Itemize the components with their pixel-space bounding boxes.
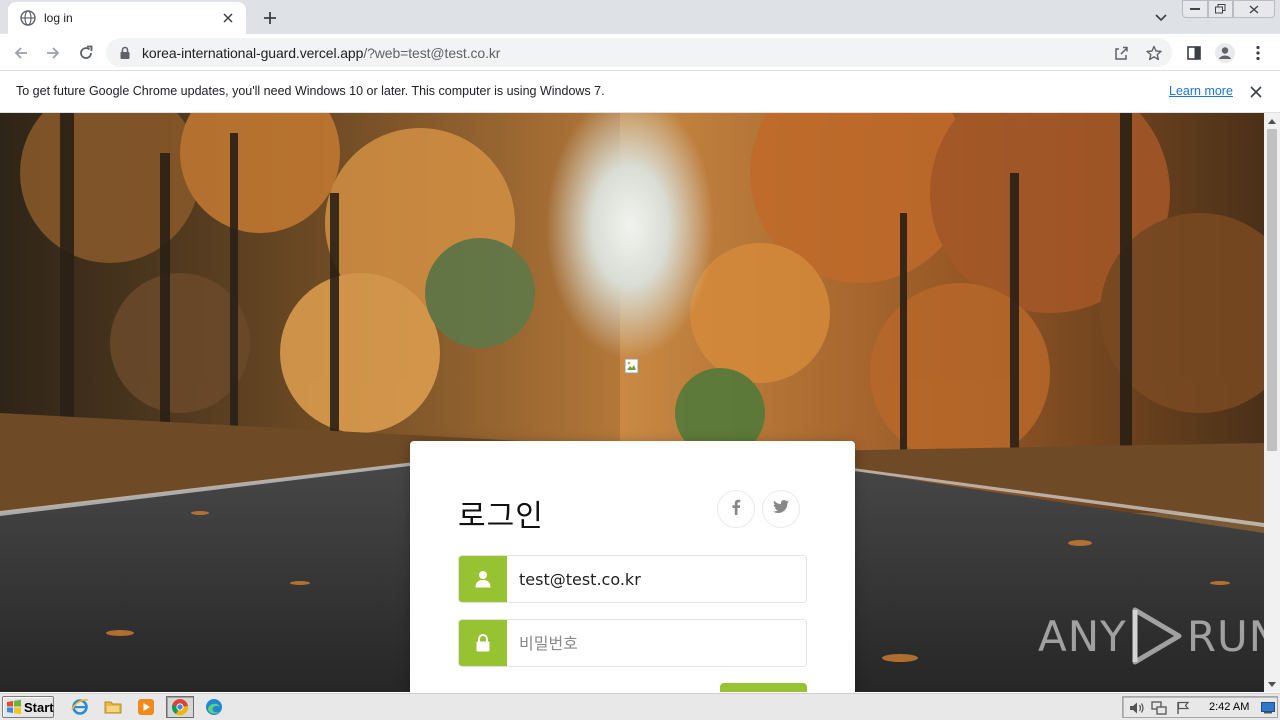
action-center-flag-icon[interactable] (1175, 700, 1191, 716)
browser-toolbar: korea-international-guard.vercel.app/?we… (0, 34, 1280, 71)
facebook-icon (731, 499, 741, 520)
infobar-message: To get future Google Chrome updates, you… (16, 84, 605, 98)
address-bar[interactable]: korea-international-guard.vercel.app/?we… (106, 38, 1172, 67)
reload-icon[interactable] (73, 40, 99, 66)
edge-icon[interactable] (200, 696, 228, 718)
plus-icon[interactable] (258, 6, 282, 30)
email-input[interactable] (507, 556, 806, 602)
scroll-thumb[interactable] (1267, 129, 1277, 451)
twitter-button[interactable] (762, 490, 800, 528)
notification-icon[interactable] (1260, 700, 1276, 716)
folder-icon[interactable] (99, 696, 127, 718)
url-query: /?web=test@test.co.kr (363, 44, 501, 61)
minimize-button[interactable] (1182, 0, 1208, 18)
learn-more-link[interactable]: Learn more (1169, 84, 1233, 98)
login-heading: 로그인 (458, 499, 544, 534)
system-tray: 2:42 AM (1122, 696, 1278, 718)
kebab-menu-icon[interactable] (1245, 40, 1271, 66)
url-text: korea-international-guard.vercel.app/?we… (142, 45, 500, 61)
start-label: Start (24, 699, 54, 715)
close-icon[interactable] (1247, 83, 1265, 101)
page-scrollbar[interactable] (1264, 113, 1280, 692)
user-icon (459, 556, 507, 602)
network-icon[interactable] (1151, 700, 1167, 716)
scroll-down-icon[interactable] (1264, 676, 1280, 692)
twitter-icon (773, 500, 789, 518)
anyrun-watermark: ANY RUN (1038, 606, 1264, 666)
tab-title: log in (44, 11, 73, 25)
padlock-icon (459, 620, 507, 666)
windows-taskbar: Start 2:42 AM (0, 692, 1280, 720)
facebook-button[interactable] (717, 490, 755, 528)
start-button[interactable]: Start (2, 696, 54, 718)
chrome-icon[interactable] (166, 696, 194, 718)
share-icon[interactable] (1112, 44, 1130, 62)
window-close-button[interactable] (1233, 0, 1275, 18)
back-icon[interactable] (8, 40, 34, 66)
email-field (458, 555, 807, 603)
watermark-right-text: RUN (1186, 611, 1264, 661)
play-logo-icon (1129, 606, 1185, 666)
lock-icon[interactable] (118, 46, 132, 60)
windows-flag-icon (6, 699, 22, 715)
side-panel-icon[interactable] (1181, 40, 1207, 66)
profile-icon[interactable] (1212, 40, 1238, 66)
scroll-up-icon[interactable] (1264, 113, 1280, 129)
star-icon[interactable] (1145, 44, 1163, 62)
forward-icon[interactable] (40, 40, 66, 66)
watermark-left-text: ANY (1038, 611, 1127, 661)
password-field (458, 619, 807, 667)
login-card: 로그인 (410, 441, 855, 692)
ie-icon[interactable] (66, 696, 94, 718)
password-input[interactable] (507, 620, 806, 666)
restore-button[interactable] (1208, 0, 1233, 18)
speaker-icon[interactable] (1129, 700, 1145, 716)
globe-icon (20, 10, 36, 26)
broken-image-icon (624, 358, 640, 374)
close-icon[interactable] (220, 10, 236, 26)
page-viewport: 로그인 ANY RUN (0, 113, 1264, 692)
tab-strip: log in (0, 0, 1280, 34)
browser-tab[interactable]: log in (8, 2, 246, 34)
clock[interactable]: 2:42 AM (1209, 701, 1249, 713)
update-infobar: To get future Google Chrome updates, you… (0, 71, 1280, 113)
chevron-down-icon[interactable] (1150, 7, 1172, 29)
media-player-icon[interactable] (132, 696, 160, 718)
url-host: korea-international-guard.vercel.app (142, 44, 364, 61)
login-button[interactable] (720, 683, 807, 692)
